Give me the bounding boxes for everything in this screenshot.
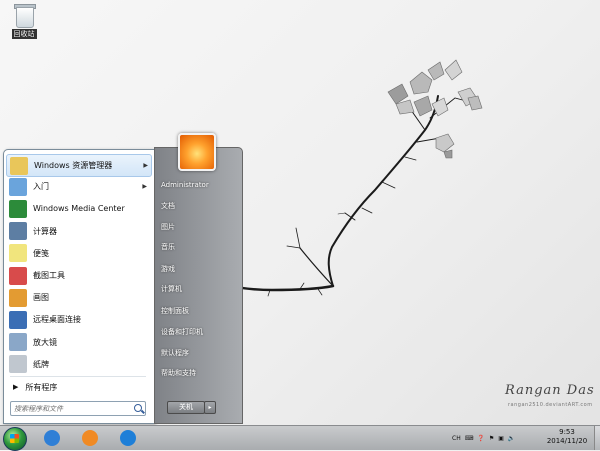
- shutdown-options-button[interactable]: ▸: [204, 401, 216, 414]
- network-icon[interactable]: ▣: [498, 435, 504, 442]
- places-item-label: 默认程序: [161, 349, 189, 357]
- kugou-icon: [120, 430, 136, 446]
- program-item[interactable]: 入门 ▶: [6, 176, 150, 197]
- media-player-icon: [82, 430, 98, 446]
- system-clock[interactable]: 9:53 2014/11/20: [540, 428, 594, 446]
- paint-icon: [9, 288, 27, 307]
- wallpaper-signature: Rangan Das: [505, 383, 595, 398]
- solitaire-icon: [9, 355, 27, 374]
- notification-area: CH ⌨ ❓ ⚑ ▣ 🔈: [452, 428, 515, 448]
- places-item[interactable]: 控制面板: [161, 304, 237, 318]
- places-item-label: 图片: [161, 223, 175, 231]
- snipping-tool-icon: [9, 266, 27, 285]
- taskbar-pinned-button[interactable]: [76, 428, 104, 448]
- places-item-label: 帮助和支持: [161, 369, 196, 377]
- shutdown-button[interactable]: 关机: [167, 401, 205, 414]
- program-label: 远程桌面连接: [33, 315, 81, 325]
- start-button[interactable]: [3, 427, 27, 451]
- calculator-icon: [9, 222, 27, 241]
- getting-started-icon: [9, 177, 27, 196]
- start-menu-programs-pane: Windows 资源管理器 ▶ 入门 ▶ Windows Media Center 计算器…: [3, 149, 155, 424]
- submenu-arrow-icon[interactable]: ▶: [143, 162, 148, 169]
- volume-icon[interactable]: 🔈: [508, 435, 515, 442]
- places-item-label: 控制面板: [161, 307, 189, 315]
- places-item-label: 游戏: [161, 265, 175, 273]
- places-item[interactable]: 游戏: [161, 262, 237, 276]
- program-item[interactable]: Windows Media Center: [6, 198, 150, 219]
- user-name: Administrator: [161, 181, 209, 189]
- places-item-label: 文档: [161, 202, 175, 210]
- submenu-arrow-icon[interactable]: ▶: [142, 183, 147, 190]
- user-avatar[interactable]: [178, 133, 216, 171]
- places-item[interactable]: 音乐: [161, 240, 237, 254]
- search-input[interactable]: [14, 402, 129, 415]
- start-search-box[interactable]: [10, 401, 146, 416]
- program-label: 纸牌: [33, 359, 49, 369]
- separator: [10, 376, 146, 377]
- taskbar-pinned-button[interactable]: [114, 428, 142, 448]
- right-item-user[interactable]: Administrator: [161, 178, 237, 192]
- taskbar: CH ⌨ ❓ ⚑ ▣ 🔈 9:53 2014/11/20: [0, 425, 600, 451]
- internet-explorer-icon: [44, 430, 60, 446]
- program-item[interactable]: Windows 资源管理器 ▶: [6, 154, 152, 177]
- clock-date: 2014/11/20: [546, 437, 588, 445]
- places-item[interactable]: 帮助和支持: [161, 366, 237, 380]
- taskbar-pinned-button[interactable]: [38, 428, 66, 448]
- places-item-label: 设备和打印机: [161, 328, 203, 336]
- all-programs-button[interactable]: ▶ 所有程序: [6, 380, 150, 394]
- remote-desktop-icon: [9, 310, 27, 329]
- places-item[interactable]: 文档: [161, 199, 237, 213]
- program-item[interactable]: 画图: [6, 287, 150, 308]
- places-item-label: 音乐: [161, 243, 175, 251]
- start-menu-places-pane: Administrator 文档图片音乐游戏计算机控制面板设备和打印机 默认程序帮…: [154, 147, 243, 424]
- places-item-label: 计算机: [161, 285, 182, 293]
- program-item[interactable]: 计算器: [6, 221, 150, 242]
- start-menu: Windows 资源管理器 ▶ 入门 ▶ Windows Media Center 计算器…: [3, 147, 243, 424]
- program-label: 便笺: [33, 248, 49, 258]
- wallpaper-signature-url: rangan2510.deviantART.com: [508, 402, 593, 408]
- all-programs-label: 所有程序: [25, 382, 58, 392]
- search-icon[interactable]: [134, 404, 142, 412]
- places-item[interactable]: 设备和打印机: [161, 325, 237, 339]
- program-label: Windows 资源管理器: [34, 161, 113, 170]
- program-label: 画图: [33, 293, 49, 303]
- program-item[interactable]: 截图工具: [6, 265, 150, 286]
- program-item[interactable]: 便笺: [6, 243, 150, 264]
- program-item[interactable]: 纸牌: [6, 354, 150, 375]
- program-item[interactable]: 放大镜: [6, 332, 150, 353]
- language-indicator[interactable]: CH: [452, 435, 461, 442]
- show-desktop-button[interactable]: [594, 426, 600, 450]
- program-label: Windows Media Center: [33, 204, 125, 214]
- explorer-icon: [10, 156, 28, 175]
- program-label: 计算器: [33, 226, 57, 236]
- clock-time: 9:53: [559, 428, 575, 436]
- program-label: 放大镜: [33, 337, 57, 347]
- desktop-icon-label: 回收站: [11, 29, 37, 39]
- triangle-right-icon: ▶: [13, 383, 19, 391]
- places-item[interactable]: 图片: [161, 220, 237, 234]
- desktop-icon-recycle-bin[interactable]: 回收站: [4, 3, 44, 39]
- recycle-bin-icon: [13, 3, 36, 28]
- places-item[interactable]: 默认程序: [161, 346, 237, 360]
- program-item[interactable]: 远程桌面连接: [6, 309, 150, 330]
- sticky-notes-icon: [9, 244, 27, 263]
- program-label: 截图工具: [33, 271, 65, 280]
- program-label: 入门: [33, 182, 49, 192]
- magnifier-icon: [9, 333, 27, 352]
- keyboard-icon[interactable]: ⌨: [465, 435, 474, 442]
- media-center-icon: [9, 199, 27, 218]
- help-icon[interactable]: ❓: [477, 435, 484, 442]
- places-item[interactable]: 计算机: [161, 282, 237, 296]
- flag-icon[interactable]: ⚑: [489, 435, 494, 442]
